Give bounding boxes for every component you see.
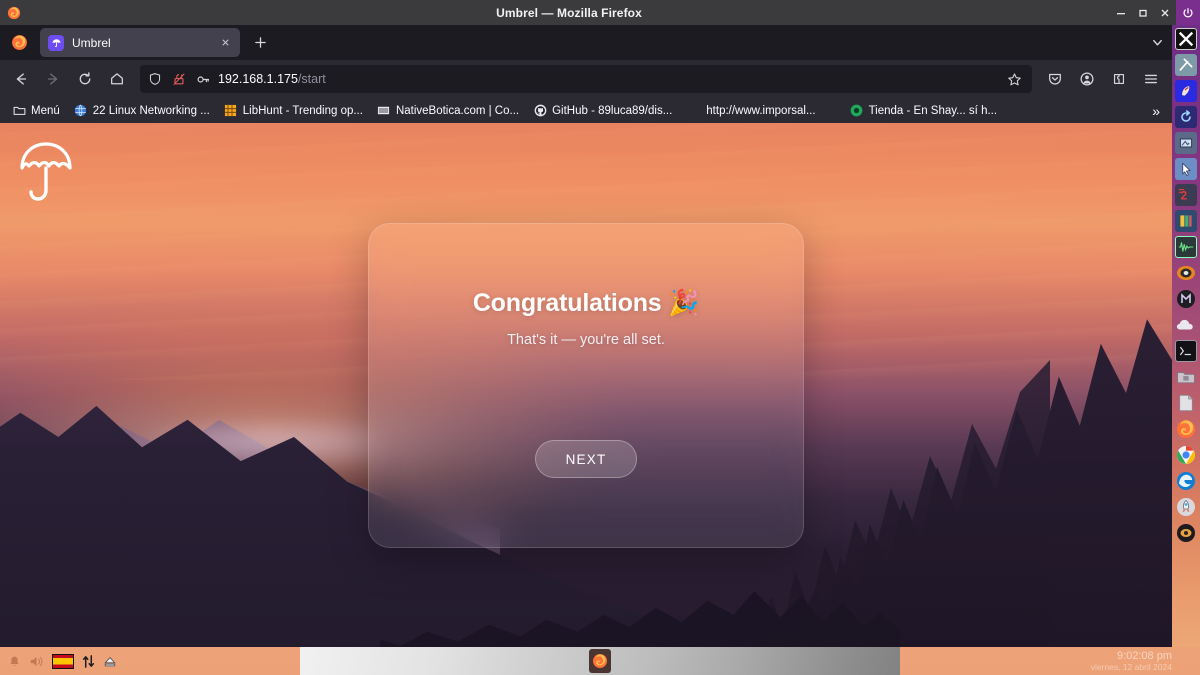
url-host: 192.168.1.175	[218, 72, 298, 86]
dock-item-file-manager[interactable]	[1175, 366, 1197, 388]
bookmark-label: Menú	[31, 104, 60, 117]
desktop-taskbar: 9:02:08 pm viernes, 12 abril 2024	[0, 647, 1200, 675]
dock-item-editor[interactable]	[1175, 210, 1197, 232]
close-button[interactable]	[1154, 0, 1176, 25]
dock-item-vlc[interactable]	[1175, 262, 1197, 284]
bookmark-item[interactable]: NativeBotica.com | Co...	[371, 102, 525, 120]
maximize-button[interactable]	[1132, 0, 1154, 25]
bookmark-label: Tienda - En Shay... sí h...	[868, 104, 998, 117]
chevron-down-icon[interactable]	[1142, 36, 1172, 49]
reload-icon[interactable]	[70, 64, 100, 94]
bookmarks-toolbar: Menú 22 Linux Networking ... LibHunt - T…	[0, 98, 1172, 123]
hamburger-menu-icon[interactable]	[1136, 64, 1166, 94]
bookmark-label: http://www.imporsal...	[706, 104, 816, 117]
taskbar-clock[interactable]: 9:02:08 pm viernes, 12 abril 2024	[900, 647, 1200, 675]
bookmark-item[interactable]: Menú	[6, 102, 66, 120]
url-text[interactable]: 192.168.1.175/start	[218, 72, 996, 86]
browser-chrome: Umbrel 192.168.1.175/start Menú 22 Linux…	[0, 25, 1172, 123]
dock-item-xterm[interactable]	[1175, 28, 1197, 50]
minimize-button[interactable]	[1110, 0, 1132, 25]
tienda-icon	[850, 104, 864, 118]
save-to-pocket-icon[interactable]	[1040, 64, 1070, 94]
clock-date: viernes, 12 abril 2024	[1090, 662, 1172, 672]
firefox-app-icon	[4, 28, 34, 58]
clock-time: 9:02:08 pm	[1116, 650, 1172, 662]
dock-item-cloud[interactable]	[1175, 314, 1197, 336]
bell-icon[interactable]	[8, 651, 21, 671]
folder-icon	[12, 104, 26, 118]
umbrel-favicon	[48, 34, 64, 51]
window-controls	[1110, 0, 1200, 25]
tab-strip: Umbrel	[0, 25, 1172, 60]
account-icon[interactable]	[1072, 64, 1102, 94]
dock-item-tools[interactable]	[1175, 54, 1197, 76]
shield-icon[interactable]	[146, 72, 164, 86]
dock-item-rocket[interactable]	[1175, 496, 1197, 518]
next-button[interactable]: NEXT	[535, 440, 637, 478]
umbrel-umbrella-logo	[18, 138, 74, 208]
bookmark-item[interactable]: 22 Linux Networking ...	[68, 102, 216, 120]
home-icon[interactable]	[102, 64, 132, 94]
onboarding-card: Congratulations 🎉 That's it — you're all…	[368, 223, 804, 548]
taskbar-window-firefox[interactable]	[589, 649, 611, 673]
nativebotica-icon	[377, 104, 391, 118]
window-list	[300, 647, 900, 675]
svg-text:2: 2	[1181, 190, 1188, 203]
dock-item-edge[interactable]	[1175, 470, 1197, 492]
dock-item-screenshot[interactable]	[1175, 132, 1197, 154]
dock-item-audacity[interactable]	[1175, 236, 1197, 258]
url-path: /start	[297, 72, 326, 86]
dock-item-firefox[interactable]	[1175, 418, 1197, 440]
bookmark-item[interactable]: LibHunt - Trending op...	[218, 102, 369, 120]
tab-close-icon[interactable]	[218, 35, 232, 50]
bookmark-label: 22 Linux Networking ...	[92, 104, 210, 117]
dock-item-xnview[interactable]: 2	[1175, 184, 1197, 206]
eject-icon[interactable]	[103, 651, 117, 671]
globe-icon	[74, 104, 88, 118]
dock-item-terminal[interactable]	[1175, 340, 1197, 362]
bookmarks-overflow-icon[interactable]: »	[1146, 103, 1166, 119]
dock-item-gimp[interactable]	[1175, 80, 1197, 102]
dock-item-chrome[interactable]	[1175, 444, 1197, 466]
window-titlebar: Umbrel — Mozilla Firefox	[0, 0, 1200, 25]
new-tab-button[interactable]	[246, 29, 274, 57]
dock-item-cursor[interactable]	[1175, 158, 1197, 180]
key-icon[interactable]	[194, 72, 212, 87]
bookmark-item[interactable]: http://www.imporsal...	[700, 103, 821, 119]
navigation-toolbar: 192.168.1.175/start	[0, 60, 1172, 98]
extensions-icon[interactable]	[1104, 64, 1134, 94]
dock-item-app[interactable]	[1175, 522, 1197, 544]
card-subtitle: That's it — you're all set.	[507, 332, 665, 348]
spain-flag-icon[interactable]	[52, 653, 74, 669]
tab-umbrel[interactable]: Umbrel	[40, 28, 240, 57]
github-icon	[533, 104, 547, 118]
dock-item-restore[interactable]	[1175, 106, 1197, 128]
bookmark-label: GitHub - 89luca89/dis...	[552, 104, 673, 117]
bookmark-label: LibHunt - Trending op...	[242, 104, 363, 117]
url-bar[interactable]: 192.168.1.175/start	[140, 65, 1032, 93]
browser-viewport: Congratulations 🎉 That's it — you're all…	[0, 123, 1172, 647]
volume-icon[interactable]	[29, 651, 44, 671]
bookmark-item[interactable]: Tienda - En Shay... sí h...	[844, 102, 1003, 120]
firefox-icon	[0, 6, 28, 20]
star-icon[interactable]	[1002, 72, 1026, 87]
dock-item-media[interactable]	[1175, 288, 1197, 310]
network-updown-icon[interactable]	[82, 651, 95, 671]
screen: Congratulations 🎉 That's it — you're all…	[0, 0, 1200, 675]
desktop-dock: 2	[1172, 25, 1200, 651]
window-title: Umbrel — Mozilla Firefox	[496, 5, 642, 20]
back-arrow-icon[interactable]	[6, 64, 36, 94]
bookmark-item[interactable]: GitHub - 89luca89/dis...	[527, 102, 678, 120]
forward-arrow-icon[interactable]	[38, 64, 68, 94]
system-tray	[0, 651, 300, 671]
card-content: Congratulations 🎉 That's it — you're all…	[369, 224, 803, 547]
broken-lock-icon[interactable]	[170, 72, 188, 86]
libhunt-icon	[224, 104, 238, 118]
dock-item-documents[interactable]	[1175, 392, 1197, 414]
tab-title: Umbrel	[72, 35, 111, 50]
card-title: Congratulations 🎉	[472, 289, 700, 317]
bookmark-label: NativeBotica.com | Co...	[395, 104, 520, 117]
power-icon[interactable]	[1176, 0, 1200, 25]
